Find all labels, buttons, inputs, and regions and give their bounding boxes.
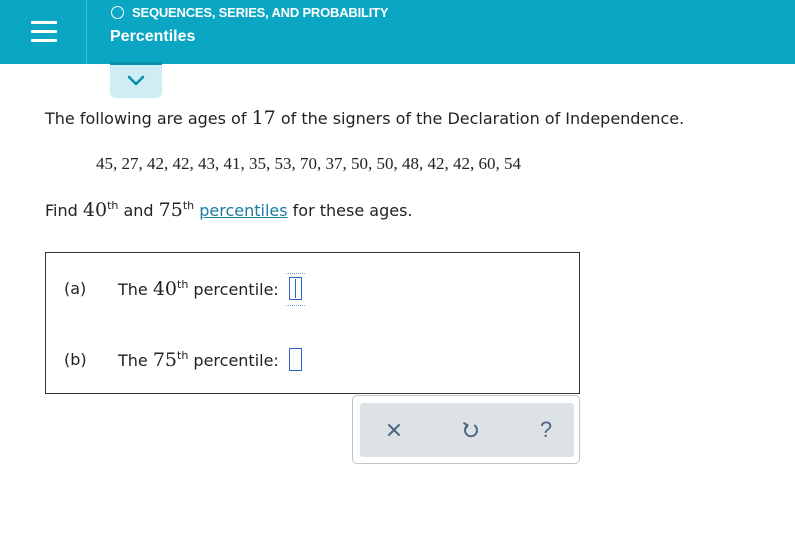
problem-intro: The following are ages of 17 of the sign… [45,107,684,129]
prompt-text: percentile: [188,350,279,370]
answer-toolbar: ? [352,395,580,464]
intro-text: The following are ages of [45,109,252,128]
prompt-text: The [118,350,153,370]
part-label: (a) [64,279,87,298]
topic-row: SEQUENCES, SERIES, AND PROBABILITY [111,4,389,20]
part-label: (b) [64,350,87,369]
undo-button[interactable] [457,416,485,444]
chevron-down-icon [127,75,145,86]
hamburger-line [31,39,57,42]
percentile-number: 75 [152,348,178,371]
signer-count: 17 [251,107,276,129]
ordinal-suffix: th [107,199,119,212]
age-data-list: 45, 27, 42, 42, 43, 41, 35, 53, 70, 37, … [96,154,521,173]
intro-text: of the signers of the Declaration of Ind… [275,109,685,128]
answer-row-a: (a) The 40th percentile: [64,273,305,306]
percentile-number: 40 [152,277,178,300]
hamburger-line [31,30,57,33]
x-icon [388,424,400,436]
find-text: for these ages. [287,201,413,220]
percentile-number: 40 [82,199,108,221]
answer-input-75th[interactable] [288,348,302,371]
answer-prompt: The 75th percentile: [118,349,279,371]
prompt-text: percentile: [188,279,279,299]
hamburger-line [31,21,57,24]
page-subtitle: Percentiles [110,28,196,45]
menu-button[interactable] [22,10,66,54]
help-button[interactable]: ? [532,416,560,444]
ordinal-suffix: th [177,348,189,362]
toolbar-panel: ? [360,403,574,457]
topic-circle-icon [111,5,124,19]
answer-row-b: (b) The 75th percentile: [64,348,302,371]
answer-input-40th[interactable] [285,273,305,306]
header-bar: SEQUENCES, SERIES, AND PROBABILITY Perce… [0,0,795,64]
find-text: Find [45,201,83,220]
prompt-text: The [118,279,153,299]
clear-button[interactable] [380,416,408,444]
expand-button[interactable] [110,62,162,98]
percentile-number: 75 [158,199,183,221]
answer-box: (a) The 40th percentile: (b) The 75th pe… [45,252,580,394]
ordinal-suffix: th [182,199,195,212]
header-divider [86,0,87,64]
topic-title: SEQUENCES, SERIES, AND PROBABILITY [132,4,389,20]
find-instruction: Find 40th and 75th percentiles for these… [45,199,413,221]
undo-icon [463,422,478,438]
percentiles-link[interactable]: percentiles [199,201,287,220]
find-text: and [118,201,159,220]
answer-prompt: The 40th percentile: [118,278,279,300]
ordinal-suffix: th [177,277,189,291]
